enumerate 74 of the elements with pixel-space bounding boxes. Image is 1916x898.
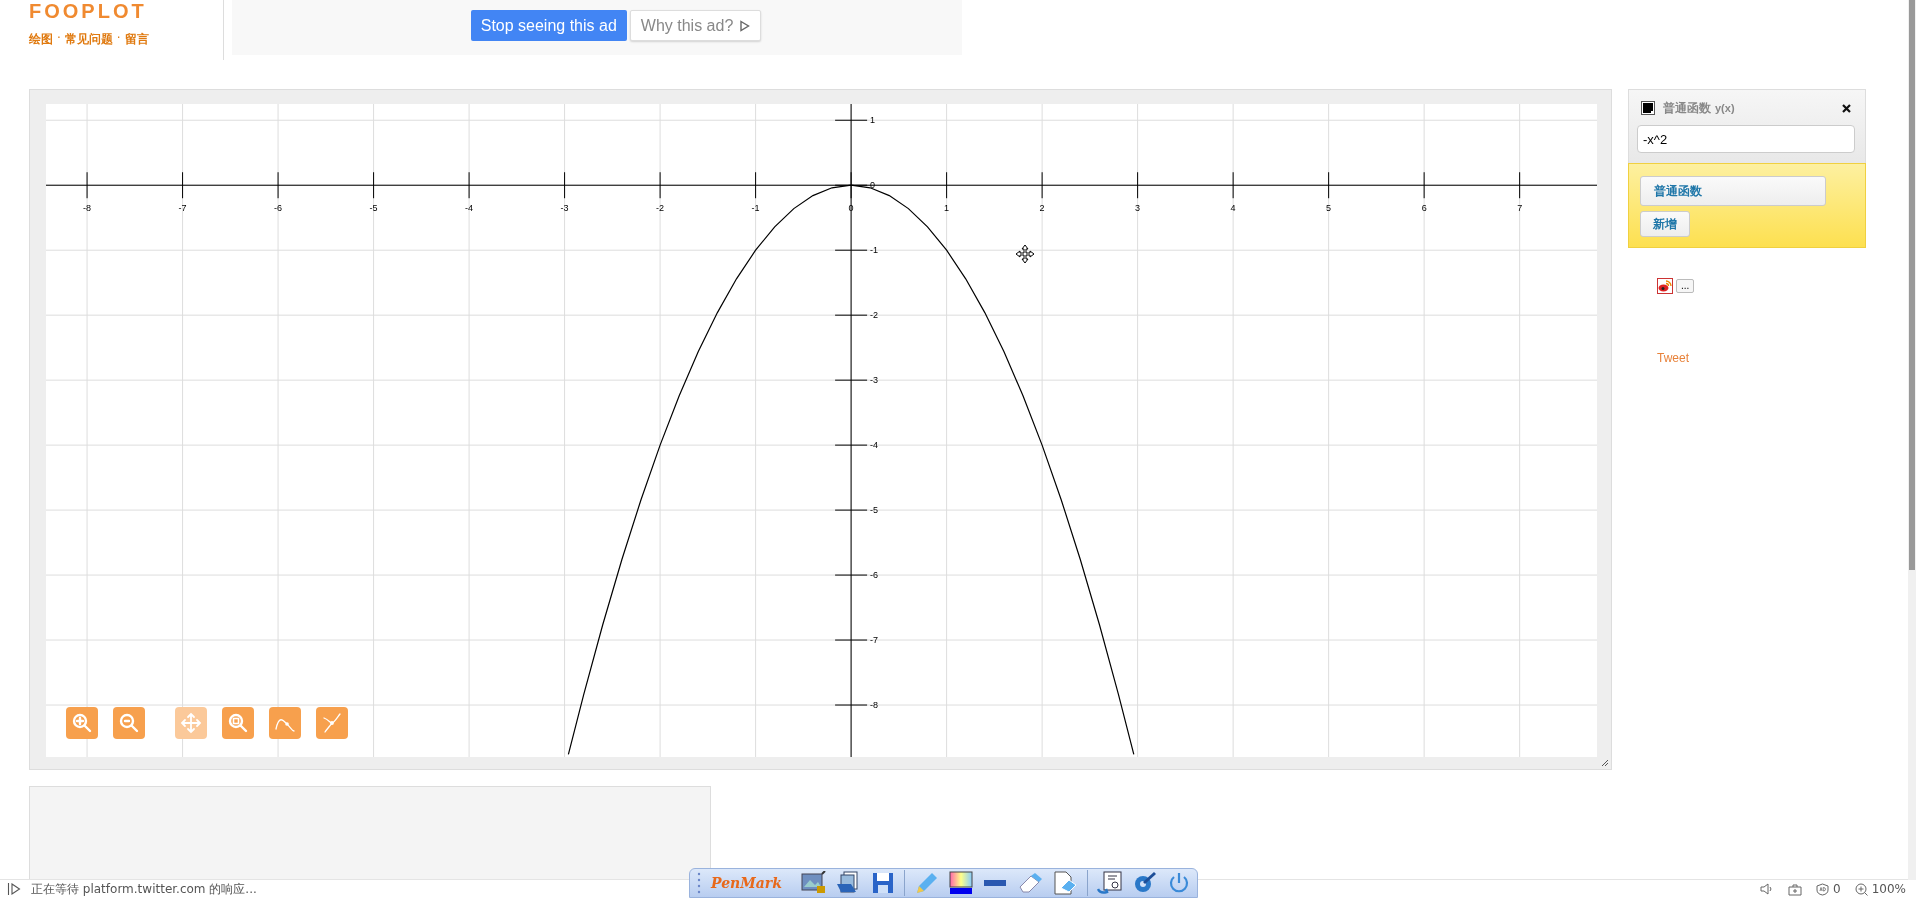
x-tick-label: -5 bbox=[369, 203, 378, 214]
zoom-box-button[interactable] bbox=[222, 707, 254, 739]
intersect-button[interactable] bbox=[316, 707, 348, 739]
x-tick-label: -1 bbox=[751, 203, 760, 214]
y-tick-label: -5 bbox=[870, 505, 879, 516]
x-tick-label: -6 bbox=[274, 203, 283, 214]
x-tick-label: 5 bbox=[1326, 203, 1332, 214]
function-type-label: 普通函数 bbox=[1663, 99, 1711, 117]
y-tick-label: 1 bbox=[870, 115, 876, 126]
nav-separator: · bbox=[57, 31, 61, 47]
x-tick-label: 4 bbox=[1230, 203, 1236, 214]
weibo-icon[interactable] bbox=[1657, 278, 1673, 294]
page-eraser-icon[interactable] bbox=[1051, 871, 1078, 895]
x-tick-label: 0 bbox=[848, 203, 854, 214]
color-swatch-icon[interactable] bbox=[1641, 101, 1655, 115]
close-icon[interactable] bbox=[1842, 103, 1851, 113]
screen-icon[interactable] bbox=[1096, 871, 1123, 895]
zoom-icon[interactable] bbox=[1854, 882, 1868, 896]
tweet-link[interactable]: Tweet bbox=[1657, 351, 1689, 365]
save-icon[interactable] bbox=[870, 871, 895, 895]
shield-icon[interactable] bbox=[1816, 882, 1830, 896]
stop-ad-button[interactable]: Stop seeing this ad bbox=[470, 10, 627, 41]
play-icon[interactable] bbox=[7, 883, 21, 895]
x-tick-label: 3 bbox=[1135, 203, 1141, 214]
x-tick-label: -8 bbox=[83, 203, 92, 214]
x-tick-label: -4 bbox=[465, 203, 474, 214]
nav-separator: · bbox=[116, 31, 121, 47]
more-button[interactable]: ... bbox=[1676, 279, 1695, 293]
drag-handle-icon[interactable] bbox=[696, 872, 702, 894]
zoom-box-icon bbox=[227, 712, 249, 734]
scrollbar-thumb[interactable] bbox=[1909, 0, 1915, 570]
y-tick-label: -8 bbox=[870, 700, 879, 710]
y-tick-label: -7 bbox=[870, 635, 879, 646]
intersect-icon bbox=[321, 712, 343, 734]
zoom-level: 100% bbox=[1871, 882, 1906, 896]
y-tick-label: -3 bbox=[870, 375, 879, 386]
x-tick-label: -2 bbox=[656, 203, 665, 214]
x-tick-label: 7 bbox=[1517, 203, 1523, 214]
nav-link[interactable]: 留言 bbox=[124, 31, 149, 48]
x-tick-label: -3 bbox=[560, 203, 569, 214]
y-tick-label: -6 bbox=[870, 570, 879, 581]
why-ad-button[interactable]: Why this ad? bbox=[629, 10, 762, 41]
x-tick-label: -7 bbox=[178, 203, 187, 214]
zoom-in-icon bbox=[71, 712, 93, 734]
y-tick-label: -4 bbox=[870, 440, 879, 451]
function-type-button[interactable]: 普通函数 bbox=[1640, 176, 1826, 206]
speaker-icon[interactable] bbox=[1760, 883, 1775, 895]
zoom-in-button[interactable] bbox=[66, 707, 98, 739]
picture-icon[interactable] bbox=[800, 871, 827, 895]
resize-grip-icon[interactable] bbox=[1601, 759, 1609, 767]
zoom-out-icon bbox=[118, 712, 140, 734]
nav-link[interactable]: 常见问题 bbox=[64, 31, 113, 48]
x-tick-label: 2 bbox=[1039, 203, 1045, 214]
function-plot[interactable]: -8 -7 -6 -5 -4 -3 -2 -1 0 1 2 3 4 5 6 7 -8 -7 -6 -5 -4 -3 -2 -1 0 1 bbox=[46, 104, 1597, 757]
color-palette-icon[interactable] bbox=[948, 871, 973, 895]
pan-icon bbox=[180, 712, 202, 734]
penmark-logo: PenMark bbox=[711, 875, 782, 891]
ad-block-count: 0 bbox=[1833, 882, 1841, 896]
expression-input[interactable]: -x^2 bbox=[1637, 125, 1855, 153]
y-tick-label: 0 bbox=[870, 180, 876, 191]
y-tick-label: -2 bbox=[870, 310, 879, 321]
play-icon bbox=[739, 19, 751, 32]
site-logo[interactable]: FOOPLOT bbox=[29, 0, 223, 22]
add-button[interactable]: 新增 bbox=[1640, 211, 1690, 237]
nav-link[interactable]: 绘图 bbox=[29, 31, 53, 48]
y-tick-label: -1 bbox=[870, 245, 879, 256]
zoom-out-button[interactable] bbox=[113, 707, 145, 739]
status-message: 正在等待 platform.twitter.com 的响应... bbox=[31, 880, 257, 898]
move-cursor-icon bbox=[1015, 244, 1035, 264]
variable-label: y(x) bbox=[1715, 102, 1735, 114]
toolbox-icon[interactable] bbox=[1788, 882, 1803, 896]
x-tick-label: 6 bbox=[1421, 203, 1427, 214]
x-tick-label: 1 bbox=[944, 203, 950, 214]
trace-button[interactable] bbox=[269, 707, 301, 739]
